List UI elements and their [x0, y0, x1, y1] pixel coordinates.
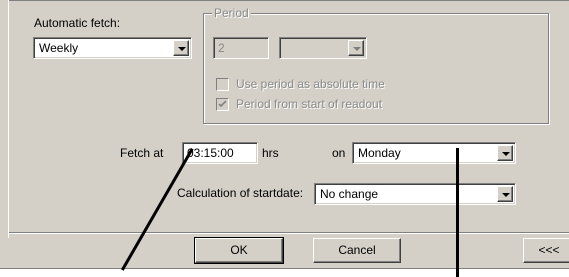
automatic-fetch-value: Weekly	[39, 41, 79, 55]
fetch-time-value: 03:15:00	[187, 146, 234, 160]
fetch-time-field[interactable]: 03:15:00	[182, 142, 258, 164]
cancel-button[interactable]: Cancel	[313, 238, 401, 263]
collapse-button[interactable]: <<<	[523, 238, 569, 263]
chevron-down-icon	[502, 193, 510, 197]
period-number-value: 2	[218, 41, 225, 55]
top-border	[0, 0, 569, 1]
calc-startdate-dropdown-button[interactable]	[497, 186, 513, 202]
chevron-down-icon	[502, 152, 510, 156]
weekday-dropdown-button[interactable]	[497, 145, 513, 161]
from-start-label: Period from start of readout	[236, 97, 383, 111]
period-group-label: Period	[212, 6, 251, 20]
callout-line-right	[456, 148, 459, 277]
automatic-fetch-dropdown-button[interactable]	[173, 40, 189, 56]
calc-startdate-label: Calculation of startdate:	[177, 186, 304, 200]
calc-startdate-value: No change	[320, 187, 379, 201]
period-unit-dropdown[interactable]	[279, 37, 367, 59]
checkmark-icon	[218, 100, 227, 108]
use-absolute-time-checkbox[interactable]	[216, 78, 229, 91]
automatic-fetch-dropdown[interactable]: Weekly	[33, 37, 192, 59]
fetch-at-label: Fetch at	[120, 146, 164, 160]
weekday-value: Monday	[358, 146, 401, 160]
on-label: on	[332, 146, 346, 160]
chevron-down-icon	[178, 47, 186, 51]
fetch-settings-dialog: Automatic fetch: Weekly Period 2 Use per…	[0, 0, 569, 269]
hrs-label: hrs	[262, 146, 279, 160]
calc-startdate-dropdown[interactable]: No change	[314, 183, 516, 205]
automatic-fetch-label: Automatic fetch:	[34, 16, 121, 30]
period-number-field[interactable]: 2	[213, 37, 269, 59]
left-frame	[0, 0, 9, 238]
bottom-border	[0, 268, 569, 269]
weekday-dropdown[interactable]: Monday	[352, 142, 516, 164]
ok-button[interactable]: OK	[194, 237, 284, 264]
chevron-down-icon	[353, 47, 361, 51]
from-start-checkbox[interactable]	[216, 98, 229, 111]
period-unit-dropdown-button[interactable]	[348, 40, 364, 56]
use-absolute-time-label: Use period as absolute time	[236, 77, 385, 91]
